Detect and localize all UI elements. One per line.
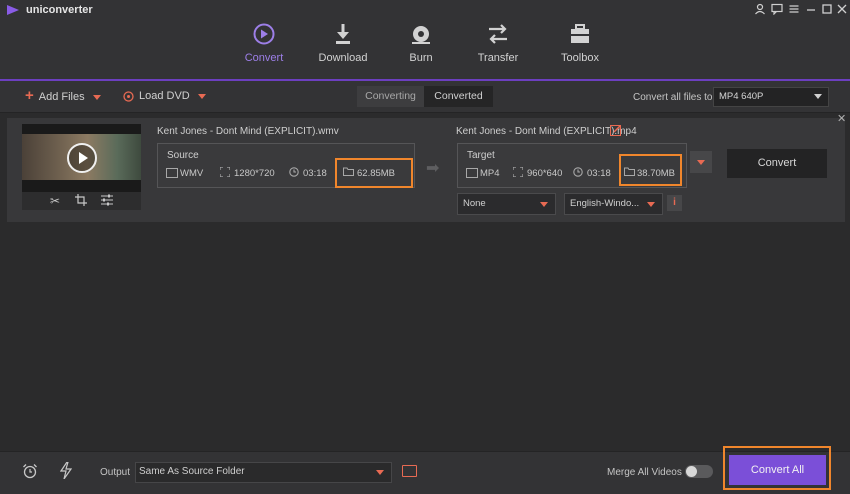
menu-icon[interactable] bbox=[787, 3, 801, 17]
subtitle-value: None bbox=[463, 198, 486, 209]
merge-toggle[interactable] bbox=[685, 465, 713, 478]
tab-toolbox[interactable]: Toolbox bbox=[540, 22, 620, 72]
open-folder-icon[interactable] bbox=[402, 465, 417, 477]
source-resolution: 1280*720 bbox=[234, 168, 275, 179]
transfer-icon bbox=[489, 24, 507, 44]
app-logo-icon bbox=[7, 5, 19, 15]
chevron-down-icon bbox=[814, 94, 822, 99]
chevron-down-icon bbox=[376, 470, 384, 475]
crop-icon[interactable] bbox=[74, 194, 88, 208]
output-format-value: MP4 640P bbox=[719, 91, 764, 102]
output-folder-value: Same As Source Folder bbox=[139, 466, 245, 477]
source-size: 62.85MB bbox=[357, 168, 396, 179]
tab-toolbox-label: Toolbox bbox=[561, 52, 599, 64]
convert-icon bbox=[253, 23, 275, 45]
tab-converted[interactable]: Converted bbox=[424, 86, 493, 107]
close-window-icon[interactable] bbox=[835, 3, 849, 17]
download-icon bbox=[336, 24, 350, 44]
effects-icon[interactable] bbox=[100, 194, 114, 208]
add-files-label: Add Files bbox=[38, 91, 85, 103]
convert-all-button[interactable]: Convert All bbox=[729, 455, 826, 485]
target-format: MP4 bbox=[480, 168, 500, 179]
target-settings-dropdown[interactable] bbox=[690, 151, 712, 173]
chevron-down-icon bbox=[92, 94, 101, 100]
plus-icon: + bbox=[25, 87, 34, 104]
target-duration: 03:18 bbox=[587, 168, 611, 179]
subtitle-select[interactable]: None bbox=[457, 193, 556, 215]
target-resolution: 960*640 bbox=[527, 168, 563, 179]
info-icon[interactable]: i bbox=[667, 195, 682, 211]
convert-button[interactable]: Convert bbox=[727, 149, 827, 178]
source-duration: 03:18 bbox=[303, 168, 327, 179]
alarm-clock-icon[interactable] bbox=[22, 463, 38, 479]
resolution-icon bbox=[220, 167, 230, 177]
add-files-button[interactable]: + Add Files bbox=[25, 88, 101, 104]
chevron-down-icon bbox=[197, 93, 206, 99]
convert-all-files-label: Convert all files to: bbox=[633, 92, 716, 103]
feedback-icon[interactable] bbox=[770, 3, 784, 17]
target-size: 38.70MB bbox=[637, 168, 676, 179]
account-icon[interactable] bbox=[753, 3, 767, 17]
arrow-right-icon: ➡ bbox=[426, 160, 440, 177]
format-icon bbox=[466, 168, 478, 178]
chevron-down-icon bbox=[697, 160, 705, 165]
clock-icon bbox=[573, 167, 583, 177]
dvd-icon bbox=[123, 90, 134, 102]
chevron-down-icon bbox=[647, 202, 655, 207]
load-dvd-label: Load DVD bbox=[139, 90, 190, 102]
remove-file-icon[interactable]: ✕ bbox=[837, 112, 846, 125]
output-folder-select[interactable]: Same As Source Folder bbox=[135, 462, 392, 483]
audio-track-select[interactable]: English-Windo... bbox=[564, 193, 663, 215]
chevron-down-icon bbox=[540, 202, 548, 207]
tab-convert[interactable]: Convert bbox=[224, 22, 304, 72]
source-title: Source bbox=[167, 150, 199, 161]
tab-converting[interactable]: Converting bbox=[357, 86, 424, 107]
trim-icon[interactable]: ✂ bbox=[48, 194, 62, 208]
tab-transfer-label: Transfer bbox=[477, 52, 519, 64]
tab-download-label: Download bbox=[318, 52, 368, 64]
play-icon[interactable] bbox=[67, 143, 97, 173]
source-format: WMV bbox=[180, 168, 204, 179]
load-dvd-button[interactable]: Load DVD bbox=[123, 88, 206, 104]
resolution-icon bbox=[513, 167, 523, 177]
clock-icon bbox=[289, 167, 299, 177]
high-speed-icon[interactable] bbox=[60, 462, 72, 479]
edit-icon[interactable] bbox=[610, 124, 622, 136]
folder-icon bbox=[343, 167, 354, 176]
status-tabs: Converting Converted bbox=[357, 86, 493, 107]
minimize-icon[interactable] bbox=[804, 3, 818, 17]
source-file-name: Kent Jones - Dont Mind (EXPLICIT).wmv bbox=[157, 126, 339, 137]
target-title: Target bbox=[467, 150, 495, 161]
tab-burn-label: Burn bbox=[409, 52, 433, 64]
format-icon bbox=[166, 168, 178, 178]
maximize-icon[interactable] bbox=[820, 3, 834, 17]
output-format-select[interactable]: MP4 640P bbox=[713, 87, 829, 107]
merge-all-videos-label: Merge All Videos bbox=[607, 467, 682, 478]
audio-track-value: English-Windo... bbox=[570, 198, 640, 209]
tab-transfer[interactable]: Transfer bbox=[458, 22, 538, 72]
tab-download[interactable]: Download bbox=[303, 22, 383, 72]
burn-icon bbox=[412, 26, 430, 44]
toolbox-icon bbox=[571, 24, 589, 43]
app-title: uniconverter bbox=[26, 4, 93, 16]
output-label: Output bbox=[100, 467, 131, 478]
tab-burn[interactable]: Burn bbox=[381, 22, 461, 72]
tab-convert-label: Convert bbox=[244, 52, 284, 64]
folder-icon bbox=[624, 167, 635, 176]
